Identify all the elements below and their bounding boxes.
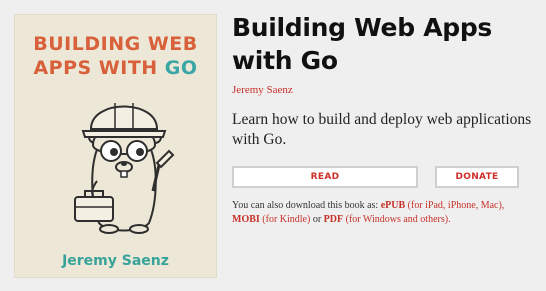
cover-title: BUILDING WEB APPS WITH GO xyxy=(15,32,216,80)
mobi-note: (for Kindle) xyxy=(259,213,311,225)
mobi-link[interactable]: MOBI xyxy=(232,214,260,225)
cover-title-line1: BUILDING WEB xyxy=(33,33,198,55)
pdf-note: (for Windows and others). xyxy=(343,213,451,225)
gopher-construction-icon xyxy=(74,103,175,234)
pdf-link[interactable]: PDF xyxy=(324,214,343,225)
cover-title-line2-a: APPS WITH xyxy=(33,57,165,79)
read-button[interactable]: READ xyxy=(232,166,418,188)
epub-link[interactable]: ePUB xyxy=(381,200,405,211)
author-name: Jeremy Saenz xyxy=(232,84,293,96)
download-options: You can also download this book as: ePUB… xyxy=(232,199,532,226)
cover-title-go: GO xyxy=(164,57,198,79)
cover-author: Jeremy Saenz xyxy=(62,253,169,269)
page-title: Building Web Apps with Go xyxy=(232,13,493,75)
epub-note: (for iPad, iPhone, Mac), xyxy=(405,200,505,211)
donate-button[interactable]: DONATE xyxy=(435,166,519,188)
book-cover[interactable]: BUILDING WEB APPS WITH GO Jeremy Saenz xyxy=(15,15,216,277)
book-description: Learn how to build and deploy web applic… xyxy=(232,111,532,148)
or-text: or xyxy=(310,213,324,225)
download-intro: You can also download this book as: xyxy=(232,200,381,211)
cover-title-line2: APPS WITH GO xyxy=(15,56,216,80)
